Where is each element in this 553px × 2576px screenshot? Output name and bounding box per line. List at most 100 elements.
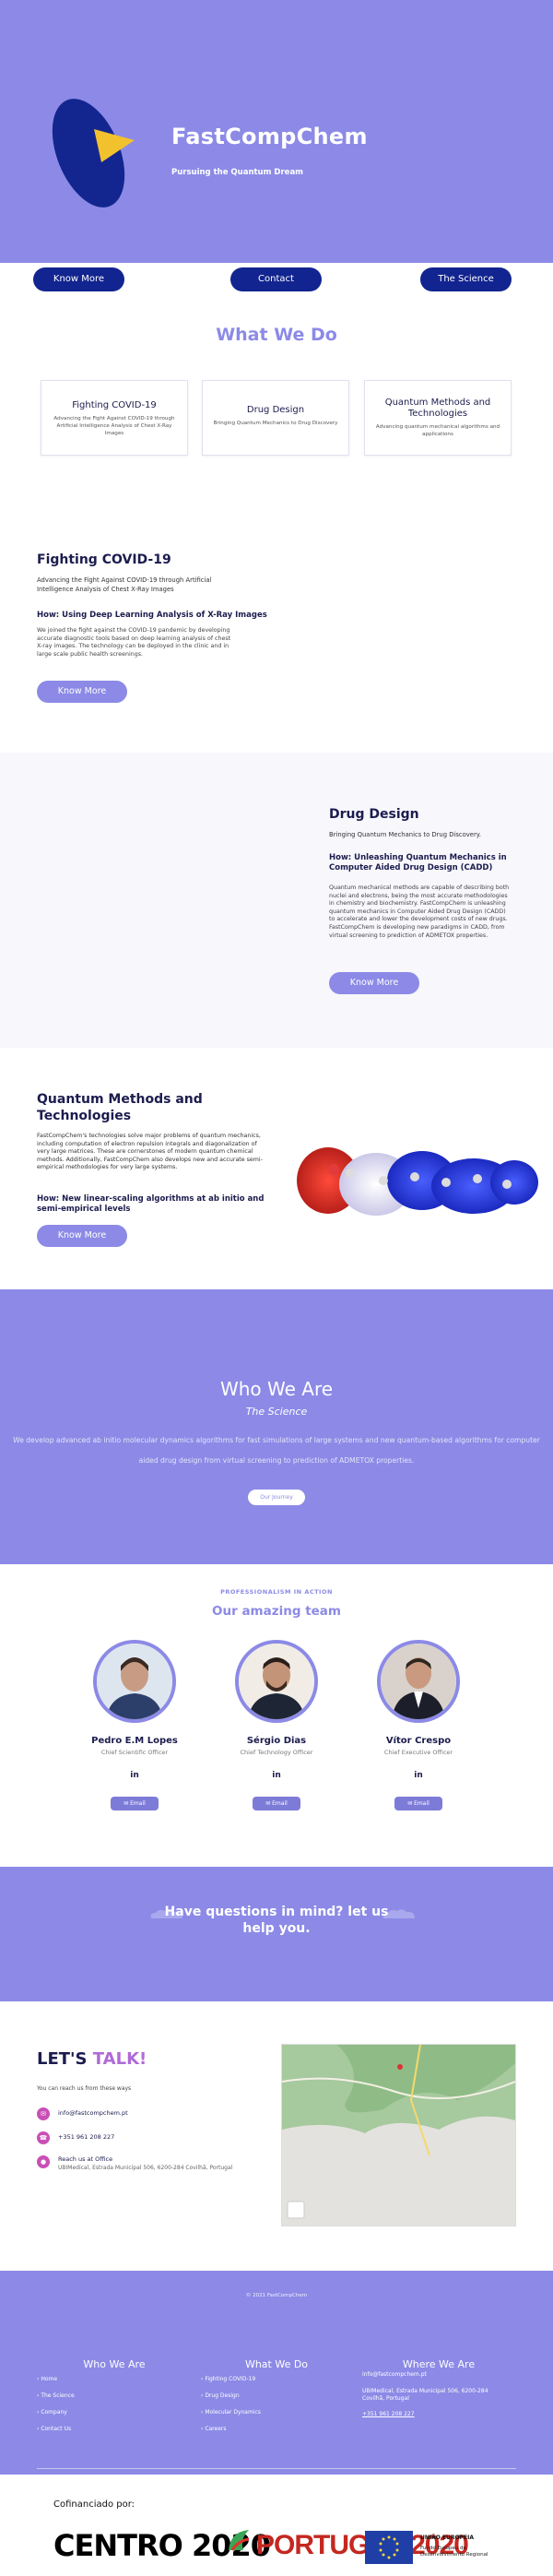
team-eyebrow: PROFESSIONALISM IN ACTION	[220, 1588, 333, 1596]
footer-link-the-science[interactable]: › The Science	[37, 2392, 75, 2399]
footer-what-we-do-title: What We Do	[244, 2358, 309, 2370]
location-pin-icon: ●	[37, 2155, 50, 2168]
quantum-know-more-button[interactable]: Know More	[37, 1225, 127, 1247]
location-map[interactable]	[281, 2044, 516, 2226]
covid-body: We joined the fight against the COVID-19…	[37, 627, 231, 658]
envelope-icon: ✉	[37, 2107, 50, 2120]
portugal-2020-wordmark: PORTUGAL 2020	[256, 2530, 469, 2560]
what-we-do-title: What We Do	[216, 325, 337, 345]
drug-know-more-button[interactable]: Know More	[329, 972, 419, 994]
quantum-how-title: How: New linear-scaling algorithms at ab…	[37, 1194, 265, 1214]
avatar	[235, 1640, 318, 1723]
footer-link-company[interactable]: › Company	[37, 2409, 67, 2416]
logo-icon	[52, 99, 135, 208]
who-text-line: We develop advanced ab initio molecular …	[13, 1436, 540, 1444]
questions-banner: Have questions in mind? let us help you.	[0, 1867, 553, 2001]
copyright: © 2021 FastCompChem	[245, 2293, 308, 2298]
contact-email[interactable]: info@fastcompchem.pt	[58, 2109, 128, 2118]
footer: © 2021 FastCompChem Who We Are › Home › …	[0, 2271, 553, 2475]
the-science-button[interactable]: The Science	[420, 267, 512, 291]
hero-title: FastCompChem	[171, 124, 368, 149]
avatar	[93, 1640, 176, 1723]
who-text-line: aided drug design from virtual screening…	[138, 1456, 415, 1465]
footer-link-home[interactable]: › Home	[37, 2376, 57, 2382]
office-address: UBIMedical, Estrada Municipal 506, 6200-…	[58, 2165, 233, 2171]
contact-office-row: ● Reach us at Office UBIMedical, Estrada…	[37, 2155, 232, 2172]
card-title: Fighting COVID-19	[72, 400, 157, 410]
card-quantum-methods[interactable]: Quantum Methods and Technologies Advanci…	[364, 380, 512, 456]
footer-link-contact-us[interactable]: › Contact Us	[37, 2426, 71, 2432]
card-description: Bringing Quantum Mechanics to Drug Disco…	[213, 421, 338, 426]
hero-subtitle: Pursuing the Quantum Dream	[171, 168, 304, 177]
quantum-intro: FastCompChem's technologies solve major …	[37, 1133, 263, 1171]
card-fighting-covid[interactable]: Fighting COVID-19 Advancing the Fight Ag…	[41, 380, 188, 456]
lets-talk-title-a: LET'S	[37, 2049, 93, 2069]
team-member: Pedro E.M Lopes Chief Scientific Officer…	[79, 1640, 190, 1810]
cofinanced-label: Cofinanciado por:	[53, 2499, 135, 2510]
hero-banner: FastCompChem Pursuing the Quantum Dream	[0, 0, 553, 263]
phone-icon: ☎	[37, 2131, 50, 2144]
covid-how-title: How: Using Deep Learning Analysis of X-R…	[37, 611, 267, 620]
email-button[interactable]: ✉ Email	[253, 1797, 300, 1810]
avatar	[377, 1640, 460, 1723]
footer-link-label: Molecular Dynamics	[205, 2409, 261, 2416]
footer-link-label: Contact Us	[41, 2426, 72, 2432]
email-button[interactable]: ✉ Email	[394, 1797, 442, 1810]
footer-link-molecular-dynamics[interactable]: › Molecular Dynamics	[201, 2409, 261, 2416]
office-label: Reach us at Office	[58, 2155, 113, 2163]
footer-link-careers[interactable]: › Careers	[201, 2426, 227, 2432]
footer-link-fighting-covid[interactable]: › Fighting COVID-19	[201, 2376, 255, 2382]
team-member: Sérgio Dias Chief Technology Officer in …	[221, 1640, 332, 1810]
footer-link-label: The Science	[41, 2392, 75, 2399]
footer-phone[interactable]: +351 961 208 227	[362, 2411, 415, 2417]
card-description: Advancing quantum mechanical algorithms …	[375, 424, 500, 437]
our-journey-button[interactable]: Our Journey	[248, 1490, 305, 1505]
who-we-are-title: Who We Are	[219, 1378, 334, 1400]
drug-body: Quantum mechanical methods are capable o…	[329, 884, 510, 939]
linkedin-icon[interactable]: in	[363, 1771, 474, 1780]
who-we-are-text: We develop advanced ab initio molecular …	[0, 1430, 553, 1471]
who-we-are-subtitle: The Science	[245, 1406, 308, 1418]
team-title: Our amazing team	[212, 1604, 341, 1619]
contact-button[interactable]: Contact	[230, 267, 322, 291]
footer-address: UBIMedical, Estrada Municipal 506, 6200-…	[362, 2388, 488, 2402]
footer-link-label: Fighting COVID-19	[205, 2376, 256, 2382]
lets-talk-title-b: TALK!	[92, 2049, 147, 2069]
contact-subtitle: You can reach us from these ways	[37, 2085, 132, 2092]
portugal-swirl-icon	[229, 2530, 250, 2551]
contact-phone[interactable]: +351 961 208 227	[58, 2133, 114, 2142]
email-button[interactable]: ✉ Email	[111, 1797, 159, 1810]
card-title: Quantum Methods and Technologies	[384, 398, 491, 419]
covid-title: Fighting COVID-19	[37, 552, 171, 567]
card-drug-design[interactable]: Drug Design Bringing Quantum Mechanics t…	[202, 380, 349, 456]
drug-intro: Bringing Quantum Mechanics to Drug Disco…	[329, 831, 481, 838]
linkedin-icon[interactable]: in	[221, 1771, 332, 1780]
footer-link-drug-design[interactable]: › Drug Design	[201, 2392, 240, 2399]
member-name: Pedro E.M Lopes	[91, 1736, 178, 1746]
know-more-button[interactable]: Know More	[33, 267, 124, 291]
covid-know-more-button[interactable]: Know More	[37, 681, 127, 703]
email-label: Email	[272, 1800, 288, 1807]
eu-logo: UNIÃO EUROPEIA Fundo Europeu de Desenvol…	[365, 2531, 512, 2564]
footer-divider	[37, 2468, 516, 2469]
map-tiles	[281, 2044, 516, 2226]
card-description: Advancing the Fight Against COVID-19 thr…	[53, 416, 175, 436]
footer-email[interactable]: info@fastcompchem.pt	[362, 2371, 427, 2378]
footer-where-we-are-title: Where We Are	[402, 2358, 476, 2370]
member-role: Chief Technology Officer	[240, 1749, 313, 1756]
eu-flag-icon	[365, 2531, 413, 2564]
team-member: Vítor Crespo Chief Executive Officer in …	[363, 1640, 474, 1810]
footer-link-label: Careers	[205, 2426, 227, 2432]
email-label: Email	[414, 1800, 429, 1807]
contact-email-row[interactable]: ✉ info@fastcompchem.pt	[37, 2107, 128, 2120]
footer-link-label: Company	[41, 2409, 67, 2416]
portugal-2020-logo: PORTUGAL 2020	[225, 2524, 469, 2567]
lets-talk-title: LET'S TALK!	[37, 2049, 147, 2069]
email-label: Email	[130, 1800, 146, 1807]
linkedin-icon[interactable]: in	[79, 1771, 190, 1780]
covid-intro: Advancing the Fight Against COVID-19 thr…	[37, 576, 212, 593]
contact-phone-row[interactable]: ☎ +351 961 208 227	[37, 2131, 114, 2144]
footer-link-label: Home	[41, 2376, 58, 2382]
footer-link-label: Drug Design	[205, 2392, 240, 2399]
footer-who-we-are-title: Who We Are	[83, 2358, 146, 2370]
